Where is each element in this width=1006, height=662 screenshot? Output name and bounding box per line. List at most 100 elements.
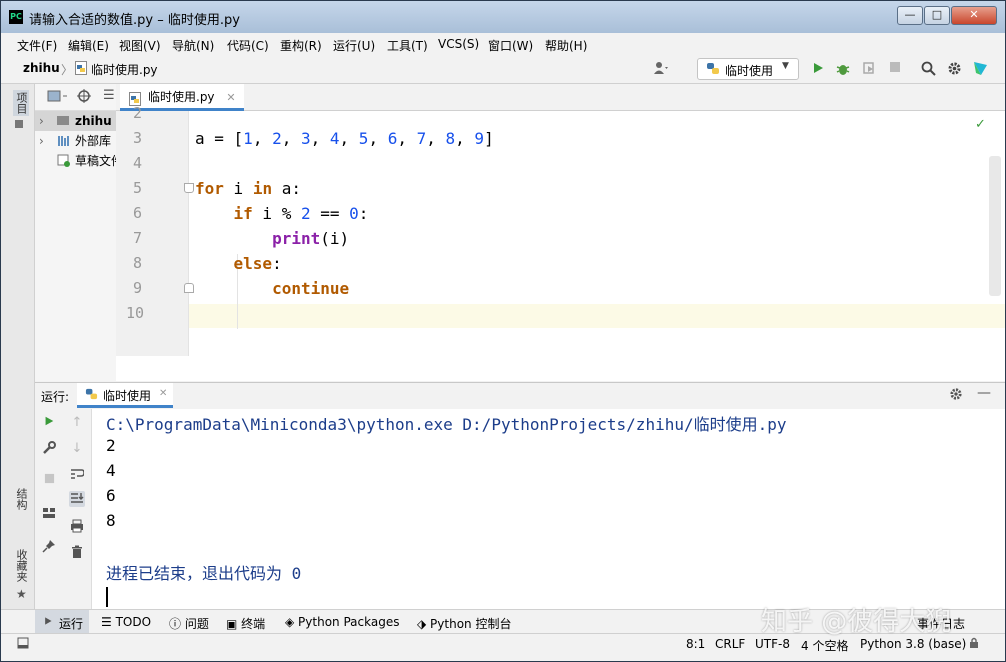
tree-item-scratches[interactable]: 草稿文件和控制台 xyxy=(35,151,116,171)
pin-icon[interactable] xyxy=(41,539,57,555)
code-line-5: for i in a: xyxy=(195,179,301,198)
hide-panel-icon[interactable]: — xyxy=(977,385,991,401)
python-file-icon xyxy=(75,61,87,78)
user-account-icon[interactable] xyxy=(653,61,669,77)
scratch-console-icon xyxy=(57,154,71,171)
terminal-tool-button[interactable]: ▣ 终端 xyxy=(226,615,265,632)
ide-window: PC 请输入合适的数值.py – 临时使用.py — □ ✕ 文件(F) 编辑(… xyxy=(0,0,1006,662)
print-icon[interactable] xyxy=(69,519,85,535)
line-separator[interactable]: CRLF xyxy=(715,637,745,651)
wrench-icon[interactable] xyxy=(41,441,57,457)
console-output-line: 8 xyxy=(106,511,116,530)
file-encoding[interactable]: UTF-8 xyxy=(755,637,790,651)
python-console-tool-button[interactable]: ⬗ Python 控制台 xyxy=(417,615,511,632)
line-number: 4 xyxy=(132,154,142,172)
lock-icon[interactable] xyxy=(969,637,979,652)
search-icon[interactable] xyxy=(920,61,936,77)
rerun-icon[interactable] xyxy=(41,415,57,431)
project-pane: ☰ › zhihu › 外部库 草稿文件和控制台 xyxy=(35,84,117,381)
menu-code[interactable]: 代码(C) xyxy=(227,37,269,54)
package-icon: ◈ xyxy=(285,615,299,629)
line-number: 7 xyxy=(132,229,142,247)
code-area[interactable]: a = [1, 2, 3, 4, 5, 6, 7, 8, 9] for i in… xyxy=(189,111,1005,356)
problems-tool-button[interactable]: ⓘ 问题 xyxy=(169,615,209,632)
code-line-6: if i % 2 == 0: xyxy=(233,204,369,223)
gear-icon[interactable] xyxy=(949,387,963,404)
stop-icon[interactable] xyxy=(41,473,57,489)
inspection-ok-icon[interactable]: ✓ xyxy=(975,117,986,132)
code-editor[interactable]: 临时使用.py ✕ 2 3 4 5 6 7 8 9 10 a = [1, 2, … xyxy=(116,84,1005,381)
menu-run[interactable]: 运行(U) xyxy=(333,37,375,54)
line-number: 9 xyxy=(132,279,142,297)
editor-scrollbar[interactable] xyxy=(989,156,1001,296)
run-tab[interactable]: 临时使用 ✕ xyxy=(77,383,173,408)
collapse-all-icon[interactable]: ☰ xyxy=(103,88,115,103)
caret-position[interactable]: 8:1 xyxy=(686,637,705,651)
indent-setting[interactable]: 4 个空格 xyxy=(801,637,848,654)
close-tab-icon[interactable]: ✕ xyxy=(226,91,235,104)
debug-icon[interactable] xyxy=(835,61,851,77)
arrow-down-icon[interactable]: ↓ xyxy=(69,441,85,457)
console-output-line: 2 xyxy=(106,436,116,455)
star-icon: ★ xyxy=(16,587,27,601)
python-interpreter[interactable]: Python 3.8 (base) xyxy=(860,637,966,651)
scroll-to-end-icon[interactable] xyxy=(69,491,85,507)
menu-edit[interactable]: 编辑(E) xyxy=(68,37,109,54)
project-tool-tab[interactable]: 项目 xyxy=(13,90,29,116)
menu-window[interactable]: 窗口(W) xyxy=(488,37,533,54)
close-tab-icon[interactable]: ✕ xyxy=(159,388,167,399)
menu-navigate[interactable]: 导航(N) xyxy=(172,37,214,54)
editor-tab-label: 临时使用.py xyxy=(148,90,215,104)
project-view-icon[interactable] xyxy=(47,89,69,106)
close-button[interactable]: ✕ xyxy=(951,6,997,25)
run-toolbar-primary xyxy=(35,409,64,609)
menu-refactor[interactable]: 重构(R) xyxy=(280,37,322,54)
run-panel-label: 运行: xyxy=(41,390,70,404)
library-icon xyxy=(57,134,71,151)
arrow-up-icon[interactable]: ↑ xyxy=(69,415,85,431)
menu-help[interactable]: 帮助(H) xyxy=(545,37,587,54)
console-exit-message: 进程已结束，退出代码为 0 xyxy=(106,564,302,583)
run-tab-label: 临时使用 xyxy=(103,389,152,403)
terminal-icon: ▣ xyxy=(226,617,242,631)
tree-item-zhihu[interactable]: › zhihu xyxy=(35,111,116,131)
favorites-tool-tab[interactable]: 收藏夹 xyxy=(13,549,29,582)
python-packages-tool-button[interactable]: ◈ Python Packages xyxy=(285,615,399,629)
run-tool-button[interactable]: 运行 xyxy=(35,610,89,634)
trash-icon[interactable] xyxy=(69,545,85,561)
console-caret xyxy=(106,587,108,607)
menu-file[interactable]: 文件(F) xyxy=(17,37,57,54)
python-console-icon: ⬗ xyxy=(417,617,431,631)
locate-crosshair-icon[interactable] xyxy=(77,89,91,106)
soft-wrap-icon[interactable] xyxy=(69,467,85,483)
stop-icon[interactable] xyxy=(887,61,903,77)
jetbrains-logo-icon[interactable] xyxy=(972,61,988,77)
breadcrumb-project[interactable]: zhihu xyxy=(23,61,60,75)
info-icon: ⓘ xyxy=(169,617,185,631)
todo-tool-button[interactable]: ☰ TODO xyxy=(101,615,151,629)
current-line-highlight xyxy=(189,304,1005,328)
gear-icon[interactable] xyxy=(946,61,962,77)
layout-icon[interactable] xyxy=(41,507,57,523)
maximize-button[interactable]: □ xyxy=(924,6,950,25)
code-line-8: else: xyxy=(233,254,282,273)
breadcrumb-file[interactable]: 临时使用.py xyxy=(91,61,158,78)
run-configuration-select[interactable]: 临时使用 ▼ xyxy=(697,58,799,80)
run-toolbar-secondary: ↑ ↓ xyxy=(63,409,92,609)
structure-tool-tab[interactable]: 结构 xyxy=(13,488,29,510)
tree-item-external-libraries[interactable]: › 外部库 xyxy=(35,131,116,151)
console-output-line: 4 xyxy=(106,461,116,480)
menu-view[interactable]: 视图(V) xyxy=(119,37,161,54)
line-number: 2 xyxy=(132,104,142,122)
run-icon[interactable] xyxy=(810,61,826,77)
run-with-coverage-icon[interactable] xyxy=(861,61,877,77)
line-number-gutter: 2 3 4 5 6 7 8 9 10 xyxy=(116,104,194,356)
code-line-9: continue xyxy=(272,279,350,298)
watermark: 知乎 @彼得大猊 xyxy=(761,607,952,637)
run-config-label: 临时使用 xyxy=(725,64,774,78)
menu-vcs[interactable]: VCS(S) xyxy=(438,37,479,51)
run-console[interactable]: C:\ProgramData\Miniconda3\python.exe D:/… xyxy=(92,409,1005,609)
menu-tools[interactable]: 工具(T) xyxy=(387,37,428,54)
toggle-tool-windows-icon[interactable] xyxy=(17,637,29,652)
minimize-button[interactable]: — xyxy=(897,6,923,25)
